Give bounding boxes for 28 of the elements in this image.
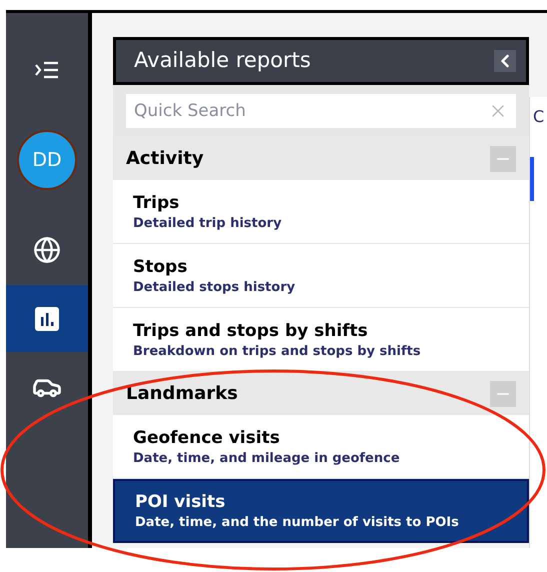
report-item[interactable]: Stops Detailed stops history bbox=[113, 244, 529, 308]
group-title: Activity bbox=[126, 147, 204, 171]
panel-title: Available reports bbox=[134, 47, 311, 74]
bar-chart-icon bbox=[34, 306, 60, 332]
report-item[interactable]: Trips Detailed trip history bbox=[113, 180, 529, 244]
report-description: Date, time, and mileage in geofence bbox=[133, 450, 401, 468]
menu-icon bbox=[34, 60, 60, 80]
report-description: Date, time, and the number of visits to POIs bbox=[135, 514, 460, 532]
report-description: Breakdown on trips and stops by shifts bbox=[133, 342, 422, 360]
report-item[interactable]: POI visits Date, time, and the number of visits to POIs bbox=[113, 479, 529, 543]
group-title: Landmarks bbox=[126, 382, 238, 406]
sidebar-item[interactable] bbox=[6, 285, 88, 352]
report-title: Stops bbox=[133, 256, 188, 278]
globe-icon bbox=[33, 236, 61, 264]
report-title: Trips bbox=[133, 192, 180, 214]
collapse-button[interactable] bbox=[494, 50, 516, 72]
report-item[interactable]: Trips and stops by shifts Breakdown on trips and stops by shifts bbox=[113, 308, 529, 372]
side-panel-heading: C bbox=[532, 106, 546, 128]
search-field[interactable]: Quick Search bbox=[126, 94, 516, 128]
report-title: Trips and stops by shifts bbox=[133, 320, 369, 342]
selection-bar bbox=[530, 157, 534, 201]
report-description: Detailed stops history bbox=[133, 278, 296, 296]
report-title: Geofence visits bbox=[133, 426, 281, 450]
report-title: POI visits bbox=[135, 491, 226, 514]
report-item[interactable]: Geofence visits Date, time, and mileage in geofence bbox=[113, 415, 529, 479]
group-header[interactable]: Landmarks bbox=[113, 372, 529, 415]
report-description: Detailed trip history bbox=[133, 214, 283, 232]
group-header[interactable]: Activity bbox=[113, 137, 529, 180]
